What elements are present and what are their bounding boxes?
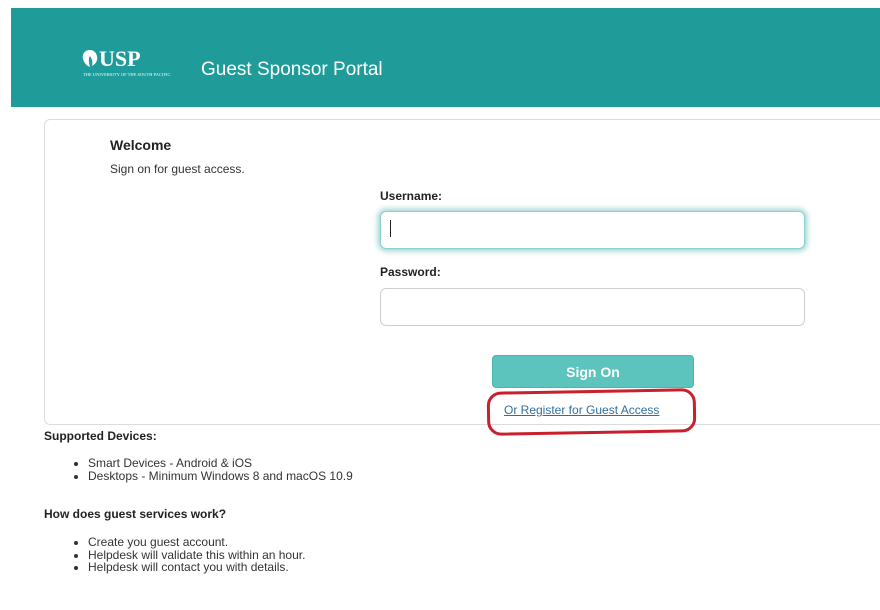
text-caret: [390, 220, 391, 237]
how-it-works-heading: How does guest services work?: [44, 507, 227, 521]
logo-text: USP: [99, 46, 141, 71]
page-title: Guest Sponsor Portal: [201, 59, 383, 80]
list-item: Create you guest account.: [88, 536, 305, 549]
username-input[interactable]: [380, 211, 805, 249]
list-item: Desktops - Minimum Windows 8 and macOS 1…: [88, 469, 353, 483]
welcome-subtitle: Sign on for guest access.: [110, 162, 245, 176]
password-label: Password:: [380, 265, 441, 279]
list-item: Helpdesk will contact you with details.: [88, 561, 305, 574]
logo-emblem-icon: [82, 50, 98, 67]
sign-on-button[interactable]: Sign On: [492, 355, 694, 388]
list-item: Smart Devices - Android & iOS: [88, 457, 353, 470]
username-label: Username:: [380, 189, 443, 203]
how-it-works-list: Create you guest account. Helpdesk will …: [74, 536, 305, 574]
usp-logo: USP The University of the South Pacific: [81, 46, 171, 90]
password-input[interactable]: [380, 288, 805, 326]
welcome-heading: Welcome: [110, 137, 172, 153]
supported-devices-list: Smart Devices - Android & iOS Desktops -…: [74, 457, 353, 482]
logo-subtext: The University of the South Pacific: [83, 72, 171, 77]
supported-devices-heading: Supported Devices:: [44, 429, 157, 443]
register-guest-access-link[interactable]: Or Register for Guest Access: [504, 403, 659, 417]
portal-header: USP The University of the South Pacific …: [11, 8, 880, 107]
